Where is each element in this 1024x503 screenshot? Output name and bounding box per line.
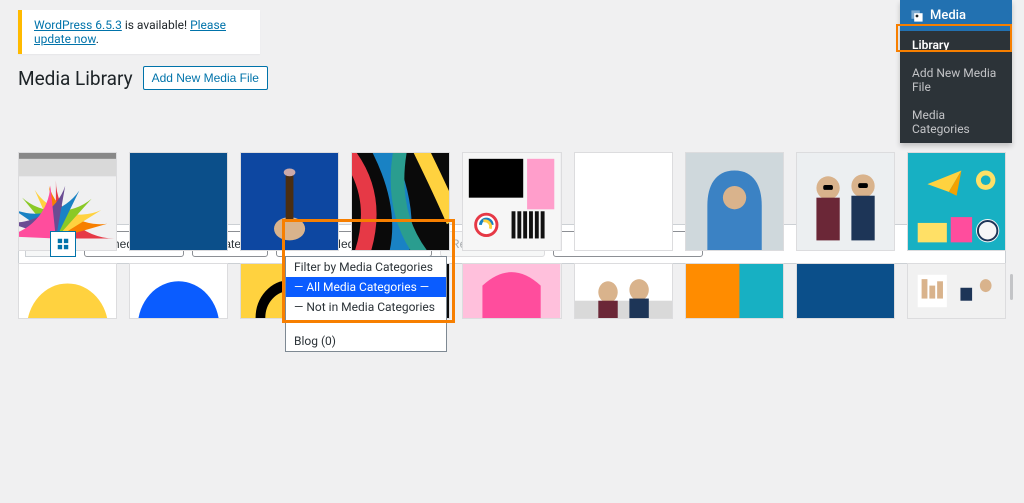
dropdown-option[interactable]: Filter by Media Categories (286, 257, 446, 277)
media-item[interactable] (685, 263, 784, 319)
dropdown-option[interactable]: — Not in Media Categories — (286, 297, 446, 331)
media-item[interactable] (18, 263, 117, 319)
update-notice: WordPress 6.5.3 is available! Please upd… (18, 10, 260, 54)
wp-version-link[interactable]: WordPress 6.5.3 (34, 18, 122, 32)
dropdown-option[interactable]: Blog (0) (286, 331, 446, 351)
media-item[interactable] (685, 152, 784, 251)
scrollbar-thumb[interactable] (1010, 274, 1013, 300)
dropdown-option[interactable]: — All Media Categories — (286, 277, 446, 297)
view-grid-button[interactable] (50, 231, 76, 257)
media-item[interactable] (129, 263, 228, 319)
page-title: Media Library (18, 67, 133, 90)
grid-icon (56, 237, 70, 251)
media-item[interactable] (907, 152, 1006, 251)
media-item[interactable] (462, 263, 561, 319)
notice-text: is available! (122, 18, 190, 32)
media-item[interactable] (574, 263, 673, 319)
media-item[interactable] (574, 152, 673, 251)
media-item[interactable] (351, 152, 450, 251)
media-item[interactable] (129, 152, 228, 251)
categories-dropdown-panel: Filter by Media Categories — All Media C… (285, 256, 447, 352)
media-item[interactable] (240, 152, 339, 251)
media-item[interactable] (462, 152, 561, 251)
media-item[interactable] (796, 263, 895, 319)
media-grid-rows (18, 152, 1006, 319)
media-item[interactable] (796, 152, 895, 251)
media-item[interactable] (907, 263, 1006, 319)
add-new-media-button[interactable]: Add New Media File (143, 66, 268, 90)
